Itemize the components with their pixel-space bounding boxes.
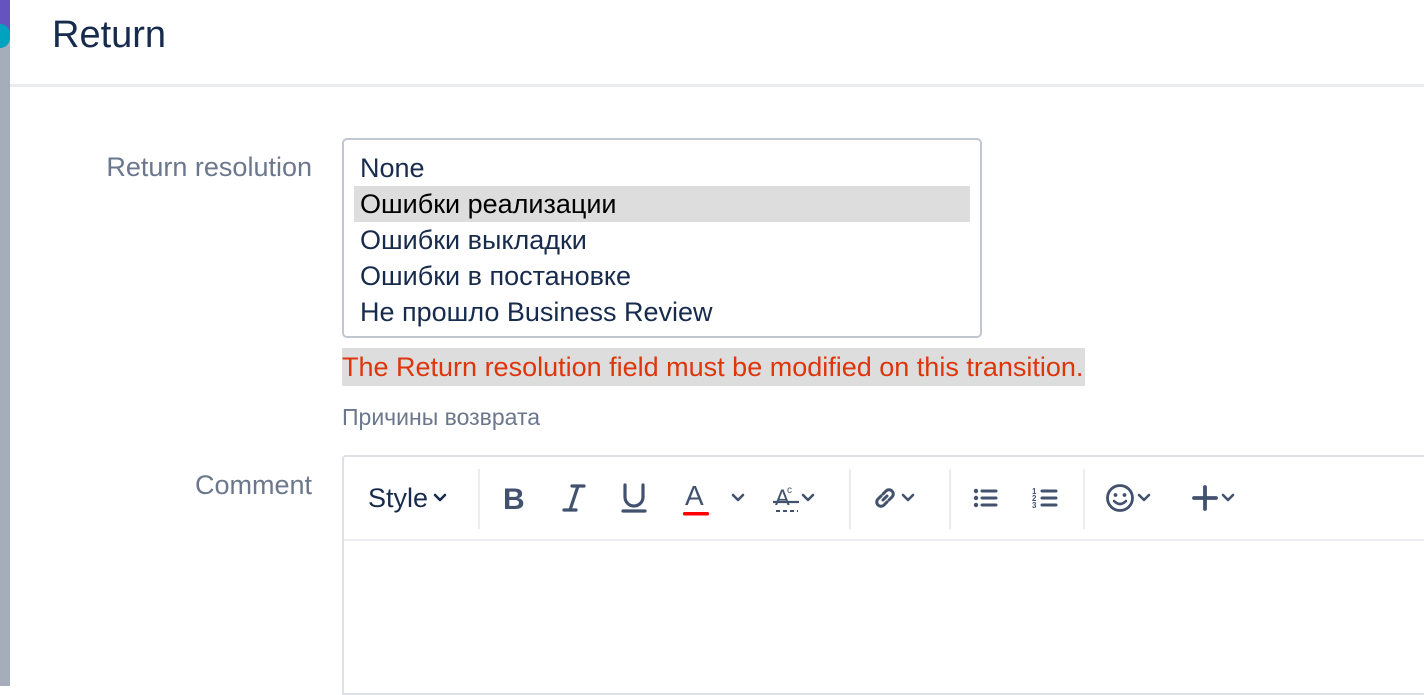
chevron-down-icon	[1220, 490, 1236, 506]
chevron-down-icon	[1136, 490, 1152, 506]
italic-icon	[560, 482, 588, 514]
bullet-list-button[interactable]	[970, 475, 1000, 521]
style-dropdown[interactable]: Style	[368, 475, 448, 521]
text-color-dropdown[interactable]	[730, 475, 746, 521]
text-color-icon: A	[680, 478, 712, 518]
svg-text:3: 3	[1032, 501, 1037, 510]
svg-text:A: A	[685, 480, 704, 511]
toolbar-separator	[1083, 469, 1085, 529]
option-business-review-failed[interactable]: Не прошло Business Review	[354, 294, 970, 330]
clear-formatting-button[interactable]: Ac	[772, 475, 816, 521]
toolbar-separator	[478, 469, 480, 529]
link-icon	[870, 483, 900, 513]
style-label: Style	[368, 482, 429, 513]
comment-label: Comment	[194, 470, 312, 500]
dialog-title: Return	[52, 14, 167, 56]
option-requirements-errors[interactable]: Ошибки в постановке	[354, 258, 970, 294]
editor-toolbar: Style B A A c 1 2 3	[344, 457, 1424, 541]
insert-icon	[1190, 483, 1220, 513]
validation-error: The Return resolution field must be modi…	[342, 348, 1086, 386]
emoji-button[interactable]	[1104, 475, 1152, 521]
return-resolution-label: Return resolution	[106, 152, 312, 182]
link-button[interactable]	[870, 475, 916, 521]
toolbar-separator	[849, 469, 851, 529]
option-implementation-errors[interactable]: Ошибки реализации	[354, 186, 970, 222]
comment-editor: Style B A A c 1 2 3	[342, 455, 1424, 695]
return-resolution-select[interactable]: None Ошибки реализации Ошибки выкладки О…	[342, 138, 982, 338]
bold-icon: B	[500, 482, 528, 514]
emoji-icon	[1104, 482, 1136, 514]
dialog-header: Return	[10, 0, 1424, 87]
comment-text-area[interactable]	[344, 541, 1424, 693]
chevron-down-icon	[730, 490, 746, 506]
underline-button[interactable]	[619, 475, 649, 521]
option-none[interactable]: None	[354, 150, 970, 186]
chevron-down-icon	[800, 490, 816, 506]
text-color-button[interactable]: A	[680, 475, 712, 521]
chevron-down-icon	[432, 490, 448, 506]
option-deployment-errors[interactable]: Ошибки выкладки	[354, 222, 970, 258]
numbered-list-button[interactable]: 123	[1030, 475, 1060, 521]
numbered-list-icon: 123	[1030, 483, 1060, 513]
background-page-strip	[0, 0, 12, 686]
clear-formatting-icon: Ac	[772, 481, 800, 515]
insert-button[interactable]	[1190, 475, 1236, 521]
return-dialog: Return Return resolution None Ошибки реа…	[10, 0, 1424, 695]
svg-text:B: B	[503, 483, 525, 514]
toolbar-separator	[949, 469, 951, 529]
bullet-list-icon	[970, 483, 1000, 513]
svg-text:c: c	[787, 485, 792, 496]
chevron-down-icon	[900, 490, 916, 506]
bold-button[interactable]: B	[500, 475, 528, 521]
underline-icon	[619, 482, 649, 514]
field-description: Причины возврата	[342, 404, 541, 430]
italic-button[interactable]	[560, 475, 588, 521]
